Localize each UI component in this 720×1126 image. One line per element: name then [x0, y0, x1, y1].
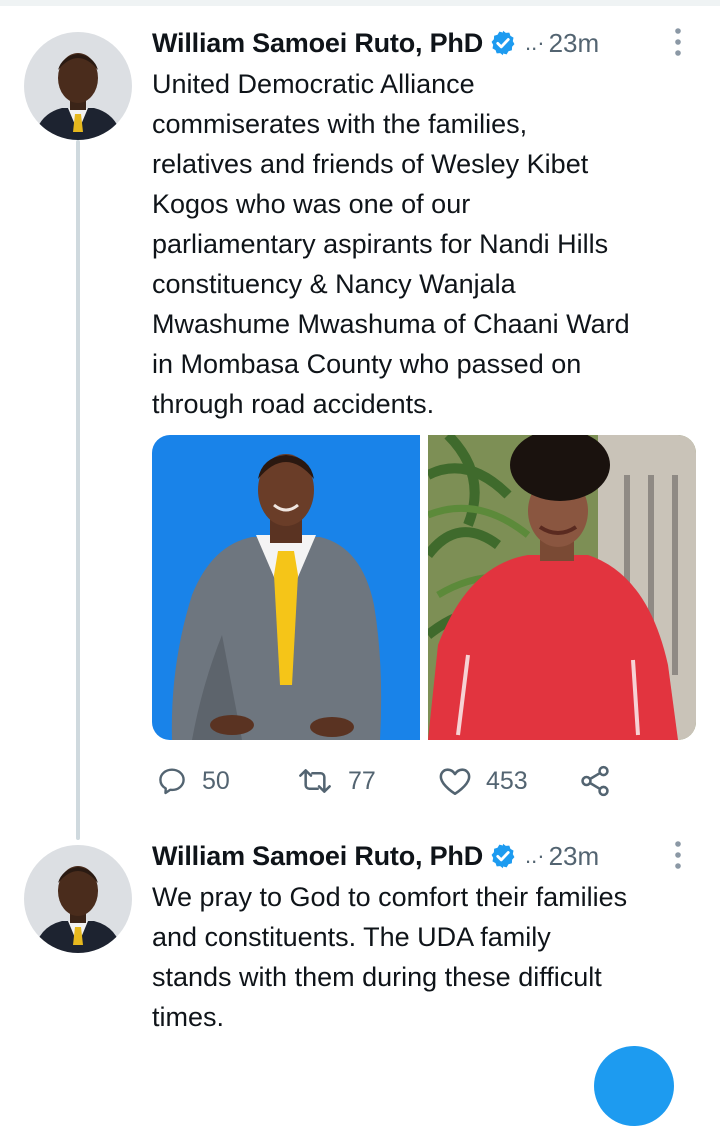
tweet-media-grid: [152, 435, 696, 740]
reply-count: 50: [202, 766, 230, 795]
tweet-actions: 50 77 453: [152, 760, 702, 802]
retweet-button[interactable]: 77: [296, 760, 376, 802]
media-photo-woman[interactable]: [424, 435, 696, 740]
thread-connector-line: [76, 140, 80, 840]
reply-icon: [159, 768, 185, 795]
tweet-text-line: and constituents. The UDA family: [152, 922, 551, 952]
tweet-text-line: We pray to God to comfort their families: [152, 882, 628, 912]
tweet-header: William Samoei Ruto, PhD ..· 23m: [152, 25, 702, 61]
tweet-text-line: Kogos who was one of our: [152, 189, 471, 219]
share-button[interactable]: [578, 760, 626, 802]
tweet-header: William Samoei Ruto, PhD ..· 23m: [152, 838, 702, 874]
tweet-text-line: in Mombasa County who passed on: [152, 349, 582, 379]
tweet-text: We pray to God to comfort their families…: [152, 877, 702, 1037]
tweet-text-line: United Democratic Alliance: [152, 69, 475, 99]
verified-badge-icon: [491, 843, 515, 869]
header-separator: ..·: [525, 843, 545, 868]
reply-button[interactable]: 50: [156, 760, 230, 802]
verified-badge-icon: [491, 30, 515, 56]
tweet-timestamp[interactable]: 23m: [549, 841, 600, 872]
tweet-text-line: Mwashume Mwashuma of Chaani Ward: [152, 309, 630, 339]
vertical-dots-icon[interactable]: [674, 27, 682, 57]
author-name[interactable]: William Samoei Ruto, PhD: [152, 28, 483, 59]
share-icon: [581, 765, 609, 797]
author-avatar[interactable]: [24, 845, 132, 953]
tweet-text-line: relatives and friends of Wesley Kibet: [152, 149, 589, 179]
retweet-icon: [299, 769, 331, 793]
author-avatar[interactable]: [24, 32, 132, 140]
compose-tweet-button[interactable]: [594, 1046, 674, 1126]
like-count: 453: [486, 766, 528, 795]
tweet-timestamp[interactable]: 23m: [549, 28, 600, 59]
retweet-count: 77: [348, 766, 376, 795]
tweet-text-line: stands with them during these difficult: [152, 962, 602, 992]
tweet-text-line: commiserates with the families,: [152, 109, 528, 139]
tweet-text-line: constituency & Nancy Wanjala: [152, 269, 516, 299]
vertical-dots-icon[interactable]: [674, 840, 682, 870]
tweet-text-line: through road accidents.: [152, 389, 435, 419]
media-photo-man[interactable]: [152, 435, 420, 740]
top-divider: [0, 0, 720, 6]
heart-icon: [439, 768, 471, 796]
tweet-text-line: parliamentary aspirants for Nandi Hills: [152, 229, 609, 259]
like-button[interactable]: 453: [438, 760, 528, 802]
author-name[interactable]: William Samoei Ruto, PhD: [152, 841, 483, 872]
tweet-text-line: times.: [152, 1002, 225, 1032]
tweet-text: United Democratic Alliance commiserates …: [152, 64, 702, 424]
header-separator: ..·: [525, 30, 545, 55]
